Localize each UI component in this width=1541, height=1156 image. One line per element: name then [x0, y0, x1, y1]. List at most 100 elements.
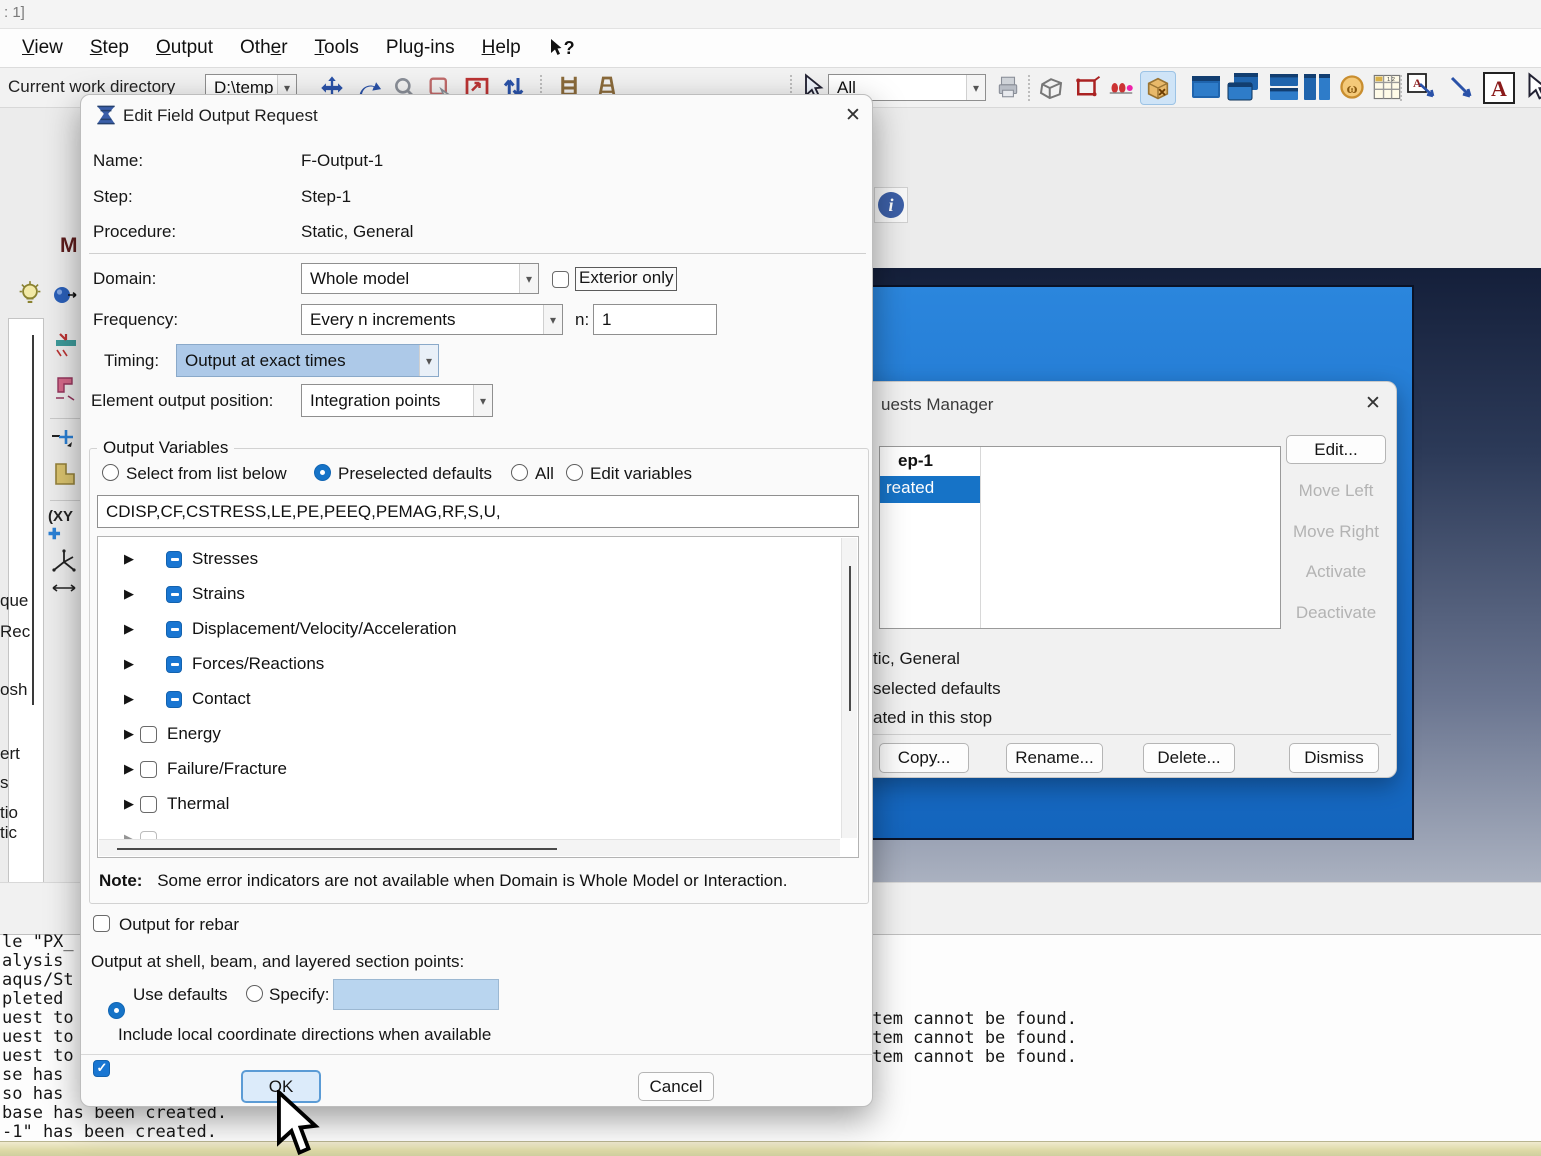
exterior-only-label[interactable]: Exterior only	[575, 267, 677, 291]
chevron-down-icon[interactable]: ▾	[966, 75, 985, 100]
table-icon[interactable]: 1 2	[1372, 73, 1402, 101]
output-variables-list[interactable]: ▶Stresses ▶Strains ▶Displacement/Velocity/…	[97, 536, 859, 858]
tree-row[interactable]: ▶Strains	[98, 579, 828, 609]
tree-row[interactable]: ▶Energy	[98, 719, 828, 749]
tree-row[interactable]: ▶Thermal	[98, 789, 828, 819]
viewport-vsplit-icon[interactable]	[1302, 72, 1332, 102]
domain-combo[interactable]: Whole model ▾	[301, 263, 539, 294]
menu-item-plug-ins[interactable]: Plug-ins	[386, 37, 455, 59]
n-input[interactable]: 1	[593, 304, 717, 335]
load-tool-icon[interactable]	[52, 372, 78, 402]
exterior-only-checkbox[interactable]	[552, 271, 569, 288]
tree-scrollbar[interactable]	[32, 335, 34, 705]
chevron-down-icon[interactable]: ▾	[543, 305, 562, 334]
sketch-rect-icon[interactable]	[1072, 73, 1102, 103]
expander-triangle-icon[interactable]: ▶	[124, 726, 140, 742]
use-defaults-radio[interactable]	[108, 1002, 125, 1019]
manager-info-line: selected defaults	[873, 674, 1001, 704]
manager-copy-button[interactable]: Copy...	[879, 743, 969, 773]
tree-row[interactable]: ▶Displacement/Velocity/Acceleration	[98, 614, 828, 644]
timing-combo[interactable]: Output at exact times ▾	[176, 344, 439, 377]
info-icon: i	[878, 192, 904, 218]
expander-triangle-icon[interactable]: ▶	[124, 551, 140, 567]
axes-tool-icon[interactable]	[50, 548, 78, 578]
horizontal-scrollbar[interactable]	[99, 839, 840, 856]
manager-selected-row[interactable]: reated	[880, 476, 980, 503]
vertical-scrollbar[interactable]	[841, 538, 857, 838]
tree-checkbox[interactable]	[140, 761, 157, 778]
chevron-down-icon[interactable]: ▾	[519, 264, 538, 293]
arrows-tool-icon[interactable]	[50, 580, 78, 596]
info-button[interactable]: i	[874, 187, 908, 223]
tree-row[interactable]: ▶Failure/Fracture	[98, 754, 828, 784]
manager-edit-button[interactable]: Edit...	[1286, 435, 1386, 464]
section-points-label: Output at shell, beam, and layered secti…	[91, 952, 464, 972]
include-local-checkbox[interactable]	[93, 1060, 110, 1077]
datum-csys-icon[interactable]	[50, 424, 78, 452]
expander-triangle-icon[interactable]: ▶	[124, 691, 140, 707]
text-annotation-icon[interactable]: A	[1482, 71, 1516, 105]
tree-row[interactable]: ▶Stresses	[98, 544, 828, 574]
tree-checkbox[interactable]	[166, 691, 182, 708]
viewport-hsplit-icon[interactable]	[1268, 72, 1300, 102]
pointer-icon[interactable]	[1524, 72, 1541, 102]
tree-checkbox[interactable]	[140, 726, 157, 743]
context-help-icon[interactable]: ?	[548, 38, 575, 59]
bc-tool-icon[interactable]	[52, 330, 78, 360]
radio-all[interactable]	[511, 464, 528, 481]
menu-item-other[interactable]: Other	[240, 37, 288, 59]
manager-list[interactable]: ep-1 reated	[879, 446, 1281, 629]
manager-rename-button[interactable]: Rename...	[1006, 743, 1103, 773]
printer-icon[interactable]	[995, 74, 1021, 100]
viewport-cascade-icon[interactable]	[1226, 71, 1260, 103]
frequency-combo[interactable]: Every n increments ▾	[301, 304, 563, 335]
menu-item-output[interactable]: Output	[156, 37, 213, 59]
expander-triangle-icon[interactable]: ▶	[124, 761, 140, 777]
viewport-single-icon[interactable]	[1190, 73, 1222, 101]
lightbulb-icon[interactable]	[16, 280, 44, 310]
close-icon[interactable]: ✕	[839, 102, 867, 128]
close-icon[interactable]: ✕	[1359, 390, 1387, 416]
radio-preselected-defaults[interactable]	[314, 464, 331, 481]
specify-radio[interactable]	[246, 985, 263, 1002]
tree-row[interactable]: ▶Forces/Reactions	[98, 649, 828, 679]
radio-edit-variables[interactable]	[566, 464, 583, 481]
expander-triangle-icon[interactable]: ▶	[124, 656, 140, 672]
tree-checkbox[interactable]	[140, 796, 157, 813]
tree-checkbox[interactable]	[166, 586, 182, 603]
specify-input[interactable]	[333, 979, 499, 1010]
partition-tool-icon[interactable]	[52, 458, 78, 488]
radio-select-from-list-below[interactable]	[102, 464, 119, 481]
tree-checkbox[interactable]	[166, 621, 182, 638]
menu-item-step[interactable]: Step	[90, 37, 129, 59]
chevron-down-icon[interactable]: ▾	[473, 385, 492, 416]
manager-delete-button[interactable]: Delete...	[1143, 743, 1235, 773]
manager-activatebutton: Activate	[1286, 557, 1386, 586]
manager-dismiss-button[interactable]: Dismiss	[1289, 743, 1379, 773]
annotate-arrow-icon[interactable]: A	[1406, 72, 1440, 104]
element-output-position-combo[interactable]: Integration points ▾	[301, 384, 493, 417]
wireframe-box-icon[interactable]	[1036, 73, 1066, 103]
xy-tool-icon[interactable]: (XY✚	[48, 508, 73, 543]
radio-label: Select from list below	[126, 464, 287, 484]
expander-triangle-icon[interactable]: ▶	[124, 586, 140, 602]
manager-column-header[interactable]: ep-1	[898, 451, 933, 471]
variables-input[interactable]: CDISP,CF,CSTRESS,LE,PE,PEEQ,PEMAG,RF,S,U…	[97, 495, 859, 528]
tree-checkbox[interactable]	[166, 551, 182, 568]
menu-item-view[interactable]: View	[22, 37, 63, 59]
menu-item-help[interactable]: Help	[482, 37, 521, 59]
render-omega-icon[interactable]: ω	[1338, 73, 1366, 101]
chevron-down-icon[interactable]: ▾	[419, 345, 438, 376]
tree-row[interactable]: ▶Contact	[98, 684, 828, 714]
datum-points-icon[interactable]	[1106, 73, 1136, 103]
side-panel-fragment: s	[0, 773, 9, 793]
expander-triangle-icon[interactable]: ▶	[124, 796, 140, 812]
tree-checkbox[interactable]	[166, 656, 182, 673]
sphere-tool-icon[interactable]	[52, 284, 78, 306]
expander-triangle-icon[interactable]: ▶	[124, 621, 140, 637]
output-for-rebar-checkbox[interactable]	[93, 915, 110, 932]
arrow-annotation-icon[interactable]	[1446, 72, 1478, 104]
material-cube-icon[interactable]	[1140, 71, 1176, 105]
cancel-button[interactable]: Cancel	[638, 1072, 714, 1101]
menu-item-tools[interactable]: Tools	[315, 37, 359, 59]
